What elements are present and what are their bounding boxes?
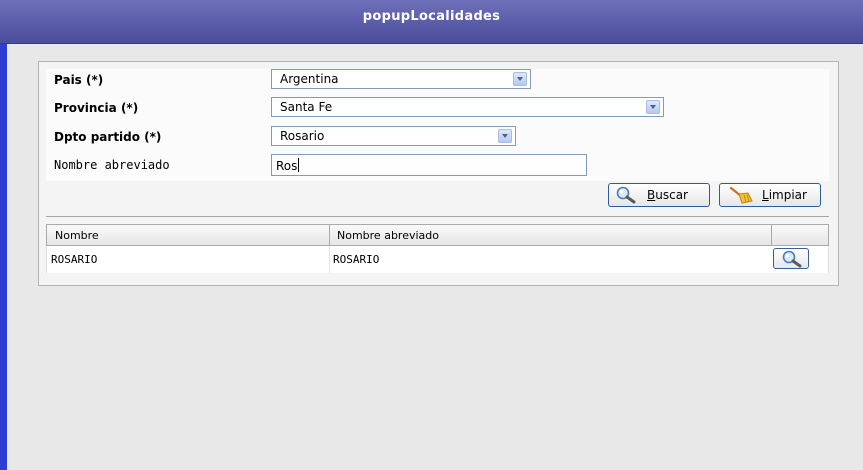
window-title: popupLocalidades [362,9,501,24]
dpto-value: Rosario [280,129,325,143]
chevron-down-icon[interactable] [513,72,527,86]
chevron-down-icon[interactable] [646,100,660,114]
pais-row: Pais (*) Argentina [46,69,829,91]
magnifier-icon [782,250,802,268]
cell-nombre: ROSARIO [51,253,98,266]
nombre-abreviado-input[interactable]: Ros [271,154,587,176]
provincia-select[interactable]: Santa Fe [271,97,664,117]
nombre-abreviado-row: Nombre abreviado Ros [46,154,829,176]
filter-form: Pais (*) Argentina Provincia (*) Santa F… [46,69,829,181]
table-row[interactable]: ROSARIO ROSARIO [46,246,829,273]
title-bar: popupLocalidades [0,0,863,44]
cell-nombre-abreviado: ROSARIO [333,253,380,266]
pais-select[interactable]: Argentina [271,69,531,89]
dpto-label: Dpto partido (*) [54,130,162,144]
column-separator [771,225,772,245]
text-caret [298,158,300,172]
provincia-value: Santa Fe [280,100,333,114]
provincia-label: Provincia (*) [54,101,139,115]
column-separator [329,225,330,245]
window-left-strip [0,0,7,470]
nombre-abreviado-value: Ros [276,159,298,173]
select-row-button[interactable] [773,248,809,269]
pais-value: Argentina [280,72,339,86]
magnifier-icon [616,186,636,204]
broom-icon [729,186,753,204]
dpto-row: Dpto partido (*) Rosario [46,126,829,148]
column-header-nombre-abreviado[interactable]: Nombre abreviado [337,229,439,242]
limpiar-label: Limpiar [762,188,807,202]
section-divider [46,216,829,217]
column-header-nombre[interactable]: Nombre [55,229,99,242]
limpiar-button[interactable]: Limpiar [719,183,821,207]
column-separator [329,246,330,273]
provincia-row: Provincia (*) Santa Fe [46,97,829,119]
table-header: Nombre Nombre abreviado [46,224,829,246]
pais-label: Pais (*) [54,73,104,87]
buscar-label: Buscar [647,188,688,202]
nombre-abreviado-label: Nombre abreviado [54,158,170,172]
buscar-button[interactable]: Buscar [608,183,710,207]
chevron-down-icon[interactable] [498,129,512,143]
dpto-select[interactable]: Rosario [271,126,516,146]
